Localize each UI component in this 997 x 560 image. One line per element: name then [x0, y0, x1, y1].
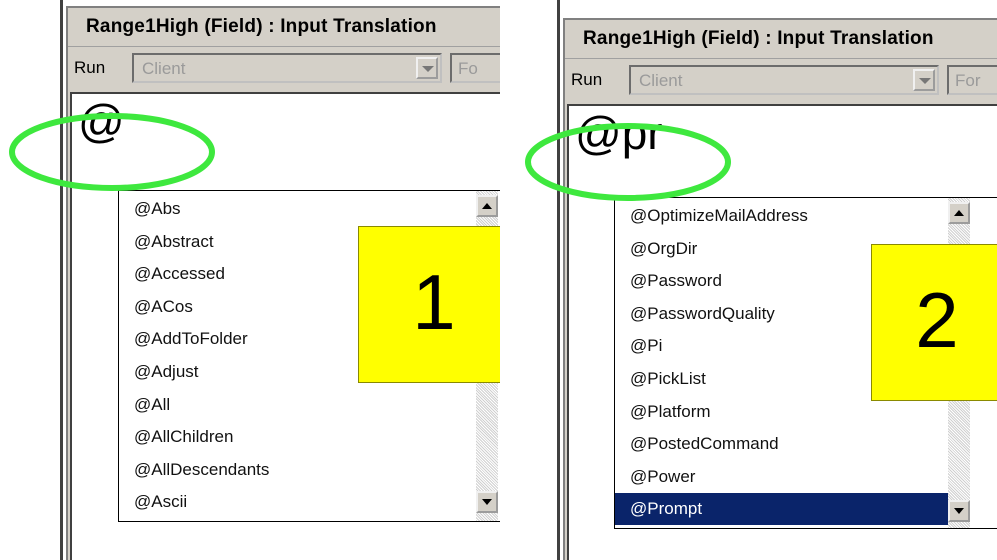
highlight-ellipse-2	[525, 123, 731, 201]
highlight-ellipse-1	[9, 113, 215, 191]
highlight-overlay	[9, 113, 731, 201]
